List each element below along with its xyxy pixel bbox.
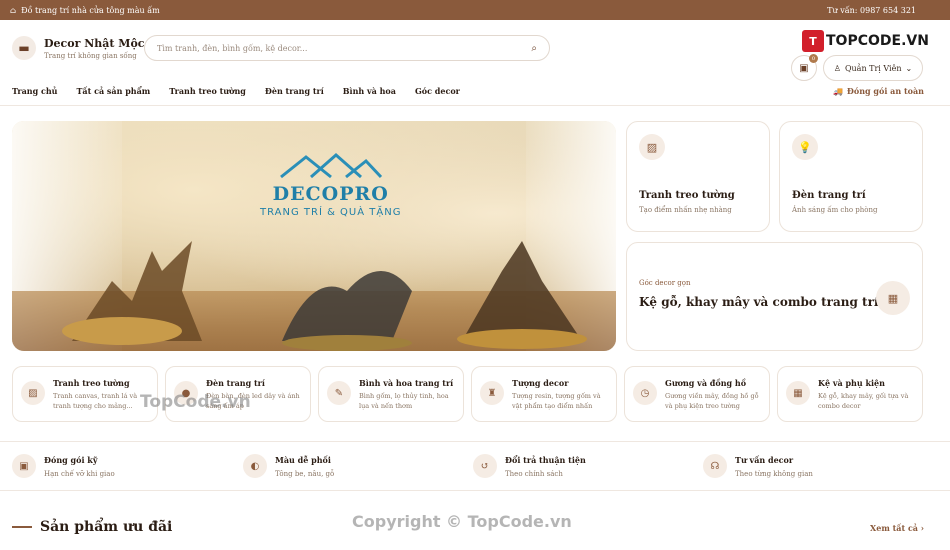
- headset-icon: ☊: [703, 454, 727, 478]
- topcode-watermark: T TOPCODE.VN: [802, 30, 929, 52]
- nav-decor-corner[interactable]: Góc decor: [415, 86, 460, 96]
- feature-returns: ↺ Đổi trả thuận tiện Theo chính sách: [473, 454, 586, 478]
- category-desc: Tranh canvas, tranh lá và tranh tượng ch…: [53, 392, 138, 410]
- side-card-wall-art[interactable]: ▨ Tranh treo tường Tạo điểm nhấn nhẹ nhà…: [626, 121, 770, 232]
- header: ▬ Decor Nhật Mộc Trang trí không gian số…: [0, 20, 950, 81]
- nav-all-products[interactable]: Tất cả sản phẩm: [76, 86, 150, 96]
- cart-count: 0: [809, 54, 818, 63]
- image-icon: ▨: [639, 134, 665, 160]
- nav-home[interactable]: Trang chủ: [12, 86, 57, 96]
- box-icon: ▣: [12, 454, 36, 478]
- brush-icon: ✎: [327, 381, 351, 405]
- section-header: Sản phẩm ưu đãi: [12, 519, 172, 535]
- lamp-icon: 💡: [792, 134, 818, 160]
- decopro-title: DECOPRO: [272, 183, 389, 205]
- category-vases[interactable]: ✎ Bình và hoa trang trí Bình gốm, lọ thủy…: [318, 366, 464, 422]
- category-desc: Gương viền mây, đồng hồ gỗ và phụ kiện t…: [665, 392, 759, 410]
- category-desc: Bình gốm, lọ thủy tinh, hoa lụa và nến t…: [359, 392, 449, 410]
- section-title: Sản phẩm ưu đãi: [40, 519, 173, 535]
- category-shelves[interactable]: ▦ Kệ và phụ kiện Kệ gỗ, khay mây, gối tựa…: [777, 366, 923, 422]
- search-icon[interactable]: ⌕: [531, 43, 537, 54]
- decopro-logo: DECOPRO TRANG TRÍ & QUÀ TẶNG: [260, 151, 401, 218]
- sofa-icon[interactable]: ▬: [12, 36, 36, 60]
- corner-card-title: Kệ gỗ, khay mây và combo trang trí: [639, 295, 879, 309]
- chevron-down-icon: ⌄: [905, 63, 913, 73]
- top-bar: ⌂ Đồ trang trí nhà cửa tông màu ấm Tư vấ…: [0, 0, 950, 20]
- boxes-icon: ▦: [786, 381, 810, 405]
- roof-icon: [279, 153, 382, 179]
- category-mirrors-clocks[interactable]: ◷ Gương và đồng hồ Gương viền mây, đồng h…: [624, 366, 770, 422]
- brand-tagline: Trang trí không gian sống: [44, 51, 137, 60]
- shipping-info: 🚚 Đóng gói an toàn: [833, 86, 924, 96]
- corner-card-eyebrow: Góc decor gọn: [639, 279, 691, 287]
- side-card-desc: Ánh sáng ấm cho phòng: [792, 206, 878, 214]
- home-icon: ⌂: [10, 5, 17, 15]
- image-icon: ▨: [21, 381, 45, 405]
- side-card-desc: Tạo điểm nhấn nhẹ nhàng: [639, 206, 732, 214]
- truck-icon: 🚚: [832, 85, 843, 96]
- feature-consulting: ☊ Tư vấn decor Theo từng không gian: [703, 454, 813, 478]
- feature-desc: Tông be, nâu, gỗ: [275, 469, 335, 478]
- hotline[interactable]: Tư vấn: 0987 654 321: [827, 6, 940, 15]
- nav-wall-art[interactable]: Tranh treo tường: [169, 86, 246, 96]
- feature-desc: Theo từng không gian: [735, 469, 813, 478]
- see-all-label[interactable]: Xem tất cả: [870, 523, 918, 533]
- search-placeholder[interactable]: Tìm tranh, đèn, bình gốm, kệ decor...: [157, 44, 531, 53]
- side-card-lamps[interactable]: 💡 Đèn trang trí Ánh sáng ấm cho phòng: [779, 121, 923, 232]
- bag-icon: ▣: [799, 62, 809, 74]
- shipping-text: Đóng gói an toàn: [846, 85, 924, 96]
- feature-desc: Theo chính sách: [505, 469, 563, 478]
- category-title: Đèn trang trí: [206, 378, 265, 388]
- phoenix-statue-image: [282, 271, 412, 351]
- hero-banner[interactable]: DECOPRO TRANG TRÍ & QUÀ TẶNG: [12, 121, 616, 351]
- nav-vases[interactable]: Bình và hoa: [343, 86, 396, 96]
- main-nav: Trang chủ Tất cả sản phẩm Tranh treo tườ…: [0, 76, 950, 106]
- side-card-title: Đèn trang trí: [792, 190, 866, 201]
- copyright-watermark: Copyright © TopCode.vn: [352, 512, 572, 531]
- brand[interactable]: Decor Nhật Mộc Trang trí không gian sống: [44, 37, 145, 60]
- category-desc: Tượng resin, tượng gốm và vật phẩm tạo đ…: [512, 392, 601, 410]
- feature-title: Đóng gói kỹ: [44, 454, 98, 465]
- user-label: Quản Trị Viên: [844, 63, 902, 73]
- category-title: Bình và hoa trang trí: [359, 378, 454, 388]
- archer-statue-image: [457, 241, 587, 349]
- clock-icon: ◷: [633, 381, 657, 405]
- section-divider: [12, 526, 32, 528]
- feature-packaging: ▣ Đóng gói kỹ Hạn chế vỡ khi giao: [12, 454, 115, 478]
- promo: ⌂ Đồ trang trí nhà cửa tông màu ấm: [10, 6, 160, 15]
- topcode-logo-icon: T: [802, 30, 824, 52]
- topcode-mid-watermark: TopCode.vn: [140, 392, 251, 412]
- corner-card[interactable]: Góc decor gọn Kệ gỗ, khay mây và combo t…: [626, 242, 923, 351]
- see-all-link[interactable]: Xem tất cả ›: [870, 523, 924, 533]
- feature-desc: Hạn chế vỡ khi giao: [44, 469, 115, 478]
- topcode-text: TOPCODE.VN: [826, 33, 929, 49]
- feature-title: Màu dễ phối: [275, 454, 331, 465]
- decopro-subtitle: TRANG TRÍ & QUÀ TẶNG: [260, 207, 402, 218]
- search-input[interactable]: Tìm tranh, đèn, bình gốm, kệ decor... ⌕: [144, 35, 550, 61]
- brand-name[interactable]: Decor Nhật Mộc: [44, 37, 145, 50]
- refresh-icon: ↺: [473, 454, 497, 478]
- boxes-icon: ▦: [876, 281, 910, 315]
- category-statues[interactable]: ♜ Tượng decor Tượng resin, tượng gốm và v…: [471, 366, 617, 422]
- statue-icon: ♜: [480, 381, 504, 405]
- category-title: Tranh treo tường: [53, 378, 130, 388]
- chevron-right-icon: ›: [920, 523, 924, 533]
- deer-statue-image: [62, 241, 202, 345]
- category-wall-art[interactable]: ▨ Tranh treo tường Tranh canvas, tranh lá…: [12, 366, 158, 422]
- feature-colors: ◐ Màu dễ phối Tông be, nâu, gỗ: [243, 454, 334, 478]
- feature-title: Đổi trả thuận tiện: [505, 454, 586, 465]
- features-row: ▣ Đóng gói kỹ Hạn chế vỡ khi giao ◐ Màu d…: [0, 441, 950, 491]
- palette-icon: ◐: [243, 454, 267, 478]
- feature-title: Tư vấn decor: [735, 454, 794, 465]
- nav-lamps[interactable]: Đèn trang trí: [265, 86, 324, 96]
- category-title: Gương và đồng hồ: [665, 378, 747, 388]
- side-card-title: Tranh treo tường: [639, 190, 735, 201]
- category-title: Tượng decor: [512, 378, 569, 388]
- category-title: Kệ và phụ kiện: [818, 378, 885, 388]
- category-desc: Kệ gỗ, khay mây, gối tựa và combo decor: [818, 392, 909, 410]
- promo-text: Đồ trang trí nhà cửa tông màu ấm: [21, 5, 160, 15]
- user-icon: ♙: [833, 63, 841, 73]
